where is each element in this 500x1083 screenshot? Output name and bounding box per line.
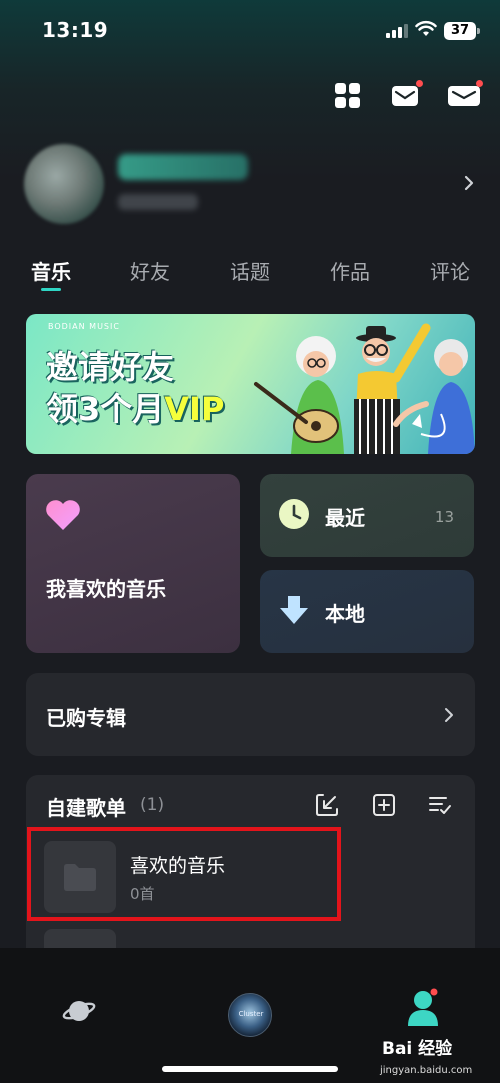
chevron-right-icon[interactable] xyxy=(462,174,476,192)
baidu-watermark: Bai 经验 xyxy=(382,1039,453,1059)
tab-bar: 音乐 好友 话题 作品 评论 xyxy=(0,256,500,296)
profile-person-icon[interactable] xyxy=(406,988,440,1028)
disc-text: Cluster xyxy=(238,1010,264,1018)
tab-music[interactable]: 音乐 xyxy=(31,256,71,285)
favorite-music-tile[interactable]: 我喜欢的音乐 xyxy=(26,474,240,653)
clock-icon xyxy=(279,499,309,529)
now-playing-disc[interactable]: Cluster xyxy=(228,993,272,1037)
banner-vip-text: VIP xyxy=(164,390,225,428)
battery-indicator: 37 xyxy=(444,22,480,40)
playlists-title: 自建歌单 xyxy=(46,796,126,820)
banner-line-1: 邀请好友 xyxy=(46,348,175,386)
status-time: 13:19 xyxy=(42,18,109,42)
banner-brand: BODIAN MUSIC xyxy=(48,322,120,331)
download-icon xyxy=(280,596,308,624)
status-bar: 13:19 37 xyxy=(0,0,500,62)
tab-comments[interactable]: 评论 xyxy=(430,256,470,285)
avatar[interactable] xyxy=(24,144,104,224)
home-indicator xyxy=(162,1066,338,1072)
bottom-nav: Cluster xyxy=(0,948,500,1083)
message-notification-dot xyxy=(476,80,483,87)
invite-vip-banner[interactable]: BODIAN MUSIC 邀请好友 领3个月VIP xyxy=(26,314,475,454)
tab-indicator xyxy=(41,288,61,291)
mail-notification-dot xyxy=(416,80,423,87)
mail-icon[interactable] xyxy=(390,82,420,110)
purchased-albums-label: 已购专辑 xyxy=(46,706,126,730)
app-root: 13:19 37 音乐 好友 话题 作品 评论 BODIAN MUSIC 邀请好… xyxy=(0,0,500,1083)
import-icon[interactable] xyxy=(315,793,339,817)
local-label: 本地 xyxy=(325,602,365,626)
wifi-icon xyxy=(415,20,437,36)
tab-topics[interactable]: 话题 xyxy=(230,256,270,285)
recent-count: 13 xyxy=(434,508,454,526)
highlight-box xyxy=(27,827,341,921)
banner-illustration xyxy=(254,323,475,454)
add-playlist-icon[interactable] xyxy=(372,793,396,817)
manage-list-icon[interactable] xyxy=(428,793,452,817)
baidu-watermark-url: jingyan.baidu.com xyxy=(380,1065,473,1076)
purchased-albums-row[interactable]: 已购专辑 xyxy=(26,673,475,756)
profile-header[interactable] xyxy=(0,140,500,230)
banner-line-2-prefix: 领3个月 xyxy=(46,390,165,428)
heart-icon xyxy=(46,500,80,530)
banner-line-2: 领3个月VIP xyxy=(46,384,224,430)
cellular-signal-icon xyxy=(386,24,408,38)
tab-works[interactable]: 作品 xyxy=(330,256,370,285)
tab-friends[interactable]: 好友 xyxy=(130,256,170,285)
favorite-music-label: 我喜欢的音乐 xyxy=(46,577,166,601)
grid-menu-icon[interactable] xyxy=(333,82,363,110)
user-id-blurred xyxy=(118,194,198,210)
chevron-right-icon xyxy=(445,708,453,722)
playlists-count: (1) xyxy=(140,795,165,815)
recent-label: 最近 xyxy=(325,506,365,530)
recent-tile[interactable]: 最近 13 xyxy=(260,474,474,557)
username-blurred xyxy=(118,154,248,180)
planet-icon[interactable] xyxy=(62,996,96,1026)
local-tile[interactable]: 本地 xyxy=(260,570,474,653)
